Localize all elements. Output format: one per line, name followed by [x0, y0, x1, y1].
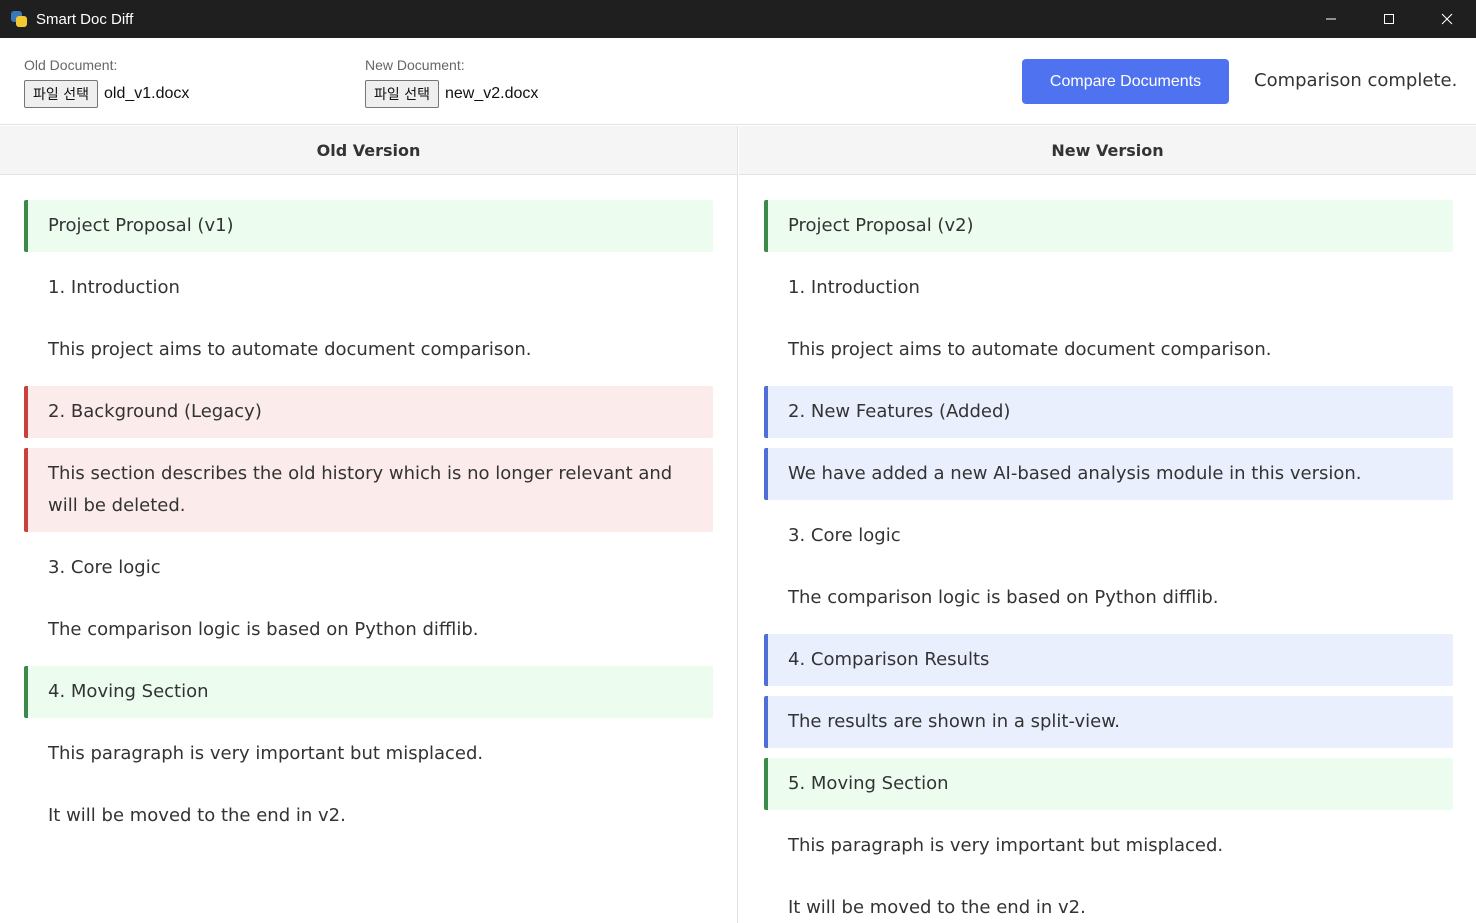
- old-version-header: Old Version: [0, 126, 737, 175]
- old-document-group: Old Document: 파일 선택 old_v1.docx: [24, 56, 189, 108]
- old-version-blocks: Project Proposal (v1) 1. Introduction This…: [0, 175, 737, 842]
- window-title: Smart Doc Diff: [36, 10, 134, 28]
- new-file-choose-button[interactable]: 파일 선택: [365, 80, 439, 108]
- diff-block-same: 3. Core logic: [788, 525, 901, 546]
- python-icon: [10, 10, 28, 28]
- minimize-icon: [1326, 18, 1336, 20]
- diff-block-same: This project aims to automate document c…: [48, 339, 532, 360]
- old-version-pane[interactable]: Old Version Project Proposal (v1) 1. Intr…: [0, 126, 738, 923]
- new-file-name: new_v2.docx: [444, 85, 539, 102]
- new-version-blocks: Project Proposal (v2) 1. Introduction This…: [739, 175, 1476, 923]
- status-message: Comparison complete.: [1254, 70, 1458, 91]
- diff-block-same: This paragraph is very important but mis…: [788, 835, 1224, 856]
- diff-block-same: The comparison logic is based on Python …: [788, 587, 1219, 608]
- maximize-icon: [1384, 14, 1394, 24]
- diff-block-added: We have added a new AI-based analysis mo…: [764, 448, 1453, 500]
- compare-documents-button[interactable]: Compare Documents: [1022, 59, 1229, 104]
- diff-block-added: 4. Comparison Results: [764, 634, 1453, 686]
- diff-block-added: The results are shown in a split-view.: [764, 696, 1453, 748]
- window-controls: [1302, 0, 1476, 38]
- new-version-header: New Version: [739, 126, 1476, 175]
- title-bar: Smart Doc Diff: [0, 0, 1476, 38]
- close-button[interactable]: [1418, 0, 1476, 38]
- diff-block-same: It will be moved to the end in v2.: [48, 805, 346, 826]
- toolbar: Old Document: 파일 선택 old_v1.docx New Docu…: [0, 38, 1476, 125]
- new-document-label: New Document:: [365, 57, 465, 73]
- diff-block-moved: 5. Moving Section: [764, 758, 1453, 810]
- diff-block-same: This project aims to automate document c…: [788, 339, 1272, 360]
- diff-block-same: It will be moved to the end in v2.: [788, 897, 1086, 918]
- diff-block-same: This paragraph is very important but mis…: [48, 743, 484, 764]
- close-icon: [1441, 13, 1453, 25]
- diff-block-same: 1. Introduction: [788, 277, 920, 298]
- diff-block-same: The comparison logic is based on Python …: [48, 619, 479, 640]
- new-file-row: 파일 선택 new_v2.docx: [365, 80, 538, 108]
- old-file-row: 파일 선택 old_v1.docx: [24, 80, 189, 108]
- diff-block-moved: 4. Moving Section: [24, 666, 713, 718]
- diff-block-added: 2. New Features (Added): [764, 386, 1453, 438]
- diff-block-moved: Project Proposal (v2): [764, 200, 1453, 252]
- diff-block-same: 1. Introduction: [48, 277, 180, 298]
- old-document-label: Old Document:: [24, 57, 118, 73]
- diff-block-removed: This section describes the old history w…: [24, 448, 713, 532]
- minimize-button[interactable]: [1302, 0, 1360, 38]
- new-document-group: New Document: 파일 선택 new_v2.docx: [365, 56, 538, 108]
- old-file-choose-button[interactable]: 파일 선택: [24, 80, 98, 108]
- maximize-button[interactable]: [1360, 0, 1418, 38]
- diff-block-removed: 2. Background (Legacy): [24, 386, 713, 438]
- old-file-name: old_v1.docx: [103, 85, 190, 102]
- diff-block-same: 3. Core logic: [48, 557, 161, 578]
- diff-block-moved: Project Proposal (v1): [24, 200, 713, 252]
- new-version-pane[interactable]: New Version Project Proposal (v2) 1. Intr…: [739, 126, 1476, 923]
